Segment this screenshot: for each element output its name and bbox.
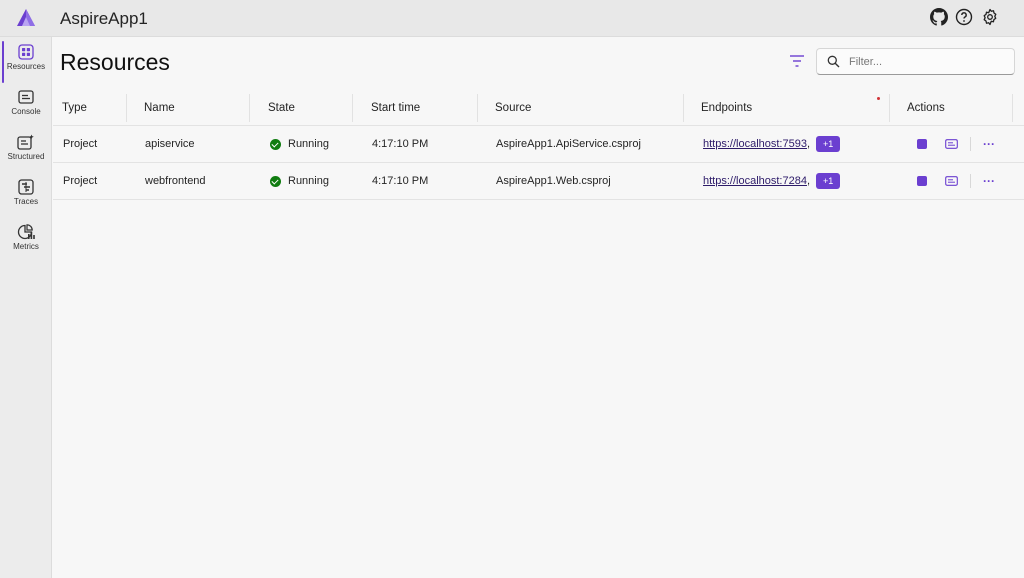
column-header-type[interactable]: Type xyxy=(62,90,87,125)
cell-state: Running xyxy=(270,163,329,199)
help-icon[interactable] xyxy=(955,8,973,26)
column-header-state[interactable]: State xyxy=(268,90,295,125)
console-icon xyxy=(18,90,34,104)
column-divider[interactable] xyxy=(477,94,478,122)
cell-name: webfrontend xyxy=(145,175,206,187)
action-divider xyxy=(970,137,971,151)
state-label: Running xyxy=(288,138,329,150)
sidebar-item-resources[interactable]: Resources xyxy=(2,39,50,83)
sidebar-item-metrics[interactable]: Metrics xyxy=(2,219,50,263)
settings-icon[interactable] xyxy=(981,8,999,26)
main-content: Resources Type Name State Start time Sou… xyxy=(53,38,1024,578)
search-icon xyxy=(827,55,840,68)
cell-type: Project xyxy=(63,138,98,150)
stop-icon[interactable] xyxy=(917,176,927,186)
sidebar-item-label: Metrics xyxy=(13,242,39,251)
search-box xyxy=(816,48,1015,75)
endpoint-link[interactable]: https://localhost:7593 xyxy=(703,138,807,150)
cell-start-time: 4:17:10 PM xyxy=(372,175,429,187)
cell-type: Project xyxy=(63,175,98,187)
traces-icon xyxy=(18,179,34,195)
table-header-row: Type Name State Start time Source Endpoi… xyxy=(53,90,1024,126)
more-options-icon[interactable]: ··· xyxy=(983,174,995,188)
unread-indicator-dot xyxy=(877,97,880,100)
sidebar-item-console[interactable]: Console xyxy=(2,84,50,128)
filter-input[interactable] xyxy=(849,52,1009,71)
top-bar: AspireApp1 xyxy=(0,0,1024,37)
running-check-icon xyxy=(270,138,281,150)
sidebar-item-label: Resources xyxy=(6,62,46,71)
column-divider[interactable] xyxy=(683,94,684,122)
structured-icon xyxy=(17,134,34,150)
sidebar-item-traces[interactable]: Traces xyxy=(2,174,50,218)
console-logs-icon[interactable] xyxy=(945,176,958,186)
cell-name: apiservice xyxy=(145,138,195,150)
more-options-icon[interactable]: ··· xyxy=(983,137,995,151)
metrics-icon xyxy=(17,224,35,240)
sidebar-item-structured[interactable]: Structured xyxy=(2,129,50,173)
column-divider[interactable] xyxy=(352,94,353,122)
more-endpoints-badge[interactable]: +1 xyxy=(816,136,841,152)
console-logs-icon[interactable] xyxy=(945,139,958,149)
running-check-icon xyxy=(270,175,281,187)
column-divider[interactable] xyxy=(889,94,890,122)
sidebar-item-label: Console xyxy=(11,107,41,116)
sidebar-item-label: Structured xyxy=(7,152,45,161)
action-divider xyxy=(970,174,971,188)
column-header-endpoints[interactable]: Endpoints xyxy=(701,90,752,125)
column-header-name[interactable]: Name xyxy=(144,90,175,125)
endpoint-separator: , xyxy=(806,138,811,150)
cell-state: Running xyxy=(270,126,329,162)
cell-start-time: 4:17:10 PM xyxy=(372,138,429,150)
resources-icon xyxy=(18,44,34,60)
aspire-logo-icon[interactable] xyxy=(16,8,36,28)
more-endpoints-badge[interactable]: +1 xyxy=(816,173,841,189)
column-header-start-time[interactable]: Start time xyxy=(371,90,420,125)
filter-icon[interactable] xyxy=(788,53,806,69)
endpoint-separator: , xyxy=(806,175,811,187)
stop-icon[interactable] xyxy=(917,139,927,149)
cell-endpoints: https://localhost:7284, +1 xyxy=(703,163,841,199)
cell-endpoints: https://localhost:7593, +1 xyxy=(703,126,841,162)
github-icon[interactable] xyxy=(930,8,948,26)
endpoint-link[interactable]: https://localhost:7284 xyxy=(703,175,807,187)
column-divider[interactable] xyxy=(249,94,250,122)
app-title: AspireApp1 xyxy=(60,9,148,28)
sidebar: Resources Console Structured Traces Metr… xyxy=(0,37,52,578)
sidebar-item-label: Traces xyxy=(13,197,39,206)
column-divider[interactable] xyxy=(126,94,127,122)
state-label: Running xyxy=(288,175,329,187)
cell-source: AspireApp1.ApiService.csproj xyxy=(496,138,641,150)
resources-table: Type Name State Start time Source Endpoi… xyxy=(53,90,1024,200)
page-title: Resources xyxy=(60,49,170,75)
cell-source: AspireApp1.Web.csproj xyxy=(496,175,611,187)
column-divider[interactable] xyxy=(1012,94,1013,122)
table-row[interactable]: Project webfrontend Running 4:17:10 PM A… xyxy=(53,163,1024,200)
column-header-actions: Actions xyxy=(907,101,945,114)
table-row[interactable]: Project apiservice Running 4:17:10 PM As… xyxy=(53,126,1024,163)
column-header-source[interactable]: Source xyxy=(495,90,531,125)
